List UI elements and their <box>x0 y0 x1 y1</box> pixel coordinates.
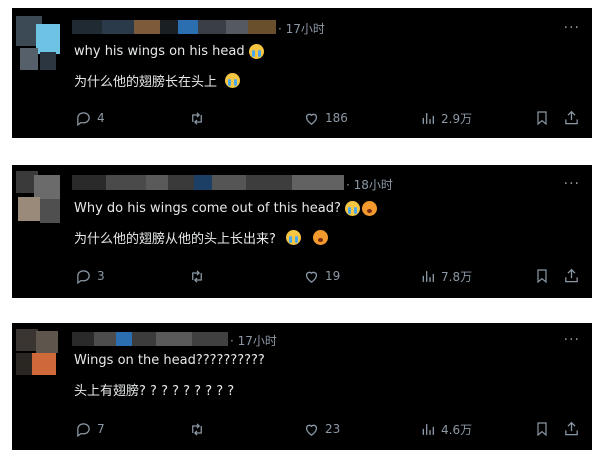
tweet-text-zh: 头上有翅膀? ? ? ? ? ? ? ? ? <box>74 384 235 399</box>
views-button[interactable]: 4.6万 <box>420 419 472 439</box>
heart-icon <box>305 424 318 436</box>
share-button[interactable] <box>563 108 580 128</box>
like-count: 186 <box>325 111 348 125</box>
like-button[interactable]: 23 <box>303 419 340 439</box>
tweet-text-line: Wings on the head?????????? <box>74 353 265 368</box>
timestamp[interactable]: · 18小时 <box>346 176 393 193</box>
like-count: 23 <box>325 422 341 436</box>
share-button[interactable] <box>563 419 580 439</box>
tweet-text-zh: 为什么他的翅膀长在头上 <box>74 75 218 90</box>
reply-button[interactable]: 4 <box>75 108 105 128</box>
bookmark-button[interactable] <box>534 419 550 439</box>
author-name-blurred[interactable] <box>72 175 344 190</box>
reply-count: 4 <box>97 111 105 125</box>
fearful-face-icon <box>312 230 328 245</box>
views-button[interactable]: 2.9万 <box>420 108 472 128</box>
avatar[interactable] <box>16 329 66 379</box>
timestamp[interactable]: · 17小时 <box>230 332 277 349</box>
heart-icon <box>305 113 318 125</box>
post-card[interactable]: · 17小时 ··· why his wings on his head 为什么… <box>12 8 592 138</box>
tweet-text-en: Wings on the head?????????? <box>74 353 265 368</box>
tweet-text-en: Why do his wings come out of this head? <box>74 201 341 216</box>
views-icon <box>422 112 434 124</box>
share-icon <box>565 268 578 283</box>
reply-button[interactable]: 3 <box>75 266 105 286</box>
bookmark-button[interactable] <box>534 108 550 128</box>
tweet-text-line: 为什么他的翅膀长在头上 <box>74 71 241 90</box>
reply-count: 7 <box>97 422 105 436</box>
author-name-blurred[interactable] <box>72 20 276 34</box>
reply-button[interactable]: 7 <box>75 419 105 439</box>
action-bar: 7 23 4.6万 <box>12 419 592 439</box>
loudly-crying-face-icon <box>248 44 264 59</box>
more-dots-icon[interactable]: ··· <box>564 176 580 192</box>
repost-icon <box>192 269 202 283</box>
share-icon <box>565 421 578 436</box>
bookmark-icon <box>537 111 547 126</box>
more-dots-icon[interactable]: ··· <box>564 332 580 348</box>
loudly-crying-face-icon <box>344 201 360 216</box>
views-count: 4.6万 <box>441 422 473 437</box>
tweet-text-line: why his wings on his head <box>74 44 264 59</box>
bookmark-button[interactable] <box>534 266 550 286</box>
tweet-text-line: 为什么他的翅膀从他的头上长出来? <box>74 228 328 247</box>
repost-icon <box>192 422 202 436</box>
views-count: 7.8万 <box>441 269 473 284</box>
post-card[interactable]: · 17小时 ··· Wings on the head?????????? 头… <box>12 323 592 450</box>
views-icon <box>422 423 434 435</box>
reply-icon <box>77 111 90 126</box>
bookmark-icon <box>537 269 547 284</box>
tweet-text-en: why his wings on his head <box>74 44 245 59</box>
like-button[interactable]: 186 <box>303 108 348 128</box>
tweet-text-line: Why do his wings come out of this head? <box>74 201 377 216</box>
views-count: 2.9万 <box>441 111 473 126</box>
tweet-text-line: 头上有翅膀? ? ? ? ? ? ? ? ? <box>74 380 234 399</box>
reply-count: 3 <box>97 269 105 283</box>
repost-button[interactable] <box>188 108 211 128</box>
post-card[interactable]: · 18小时 ··· Why do his wings come out of … <box>12 165 592 298</box>
loudly-crying-face-icon <box>225 73 241 88</box>
like-button[interactable]: 19 <box>303 266 340 286</box>
repost-button[interactable] <box>188 266 211 286</box>
author-name-blurred[interactable] <box>72 332 228 346</box>
reply-icon <box>77 422 90 437</box>
share-icon <box>565 110 578 125</box>
like-count: 19 <box>325 269 341 283</box>
tweet-text-zh: 为什么他的翅膀从他的头上长出来? <box>74 232 276 247</box>
reply-icon <box>77 269 90 284</box>
more-dots-icon[interactable]: ··· <box>564 20 580 36</box>
bookmark-icon <box>537 422 547 437</box>
repost-button[interactable] <box>188 419 211 439</box>
views-icon <box>422 270 434 282</box>
avatar[interactable] <box>16 16 66 74</box>
share-button[interactable] <box>563 266 580 286</box>
views-button[interactable]: 7.8万 <box>420 266 472 286</box>
timestamp[interactable]: · 17小时 <box>278 20 325 37</box>
repost-icon <box>192 111 202 125</box>
loudly-crying-face-icon <box>285 230 301 245</box>
heart-icon <box>305 271 318 283</box>
action-bar: 4 186 2.9万 <box>12 108 592 128</box>
action-bar: 3 19 7.8万 <box>12 266 592 286</box>
fearful-face-icon <box>361 201 377 216</box>
avatar[interactable] <box>16 171 66 229</box>
